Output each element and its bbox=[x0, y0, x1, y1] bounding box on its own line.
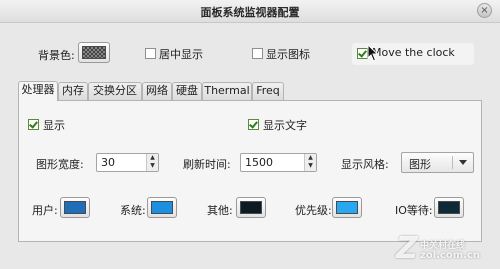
display-style-dropdown[interactable]: 图形 bbox=[401, 152, 474, 173]
refresh-time-stepper-icon[interactable]: ▲ ▼ bbox=[304, 154, 316, 171]
display-style-label: 显示风格: bbox=[341, 158, 389, 171]
background-color-label: 背景色: bbox=[38, 49, 75, 62]
system-color-label: 系统: bbox=[120, 204, 146, 217]
show-icon-label: 显示图标 bbox=[266, 48, 310, 61]
tab-network[interactable]: 网络 bbox=[142, 82, 172, 100]
watermark-logo-icon: Z bbox=[396, 231, 418, 266]
io-wait-color-button[interactable] bbox=[434, 197, 464, 218]
other-color-button[interactable] bbox=[236, 197, 266, 218]
refresh-time-value: 1500 bbox=[245, 156, 273, 169]
priority-color-label: 优先级: bbox=[295, 204, 332, 217]
user-color-swatch bbox=[64, 201, 86, 214]
io-wait-color-label: IO等待: bbox=[395, 204, 433, 217]
title-bar: 面板系统监视器配置 × bbox=[0, 0, 500, 23]
tab-freq[interactable]: Freq bbox=[252, 82, 284, 100]
tab-swap[interactable]: 交换分区 bbox=[88, 82, 142, 100]
io-wait-color-swatch bbox=[438, 201, 460, 214]
user-color-button[interactable] bbox=[60, 197, 90, 218]
watermark-en-text: zol.com.cn bbox=[420, 250, 480, 261]
tab-thermal[interactable]: Thermal bbox=[202, 82, 252, 100]
tab-cpu[interactable]: 处理器 bbox=[18, 81, 58, 101]
graph-width-stepper-icon[interactable]: ▲ ▼ bbox=[146, 154, 158, 171]
other-color-swatch bbox=[240, 201, 262, 214]
background-pattern-swatch bbox=[82, 46, 106, 59]
close-button[interactable]: × bbox=[477, 3, 492, 18]
cpu-panel: 显示 显示文字 图形宽度: 30 ▲ ▼ 刷新时间: 1500 ▲ ▼ 显示风格: … bbox=[18, 100, 482, 242]
show-label: 显示 bbox=[43, 119, 65, 132]
center-checkbox[interactable] bbox=[145, 48, 156, 59]
priority-color-button[interactable] bbox=[332, 197, 362, 218]
chevron-down-icon bbox=[459, 160, 467, 165]
background-color-button[interactable] bbox=[78, 42, 110, 63]
zol-watermark: Z 中关村在线 zol.com.cn bbox=[396, 231, 496, 266]
graph-width-value: 30 bbox=[101, 156, 115, 169]
show-icon-checkbox[interactable] bbox=[252, 48, 263, 59]
refresh-time-label: 刷新时间: bbox=[183, 158, 231, 171]
config-window: 面板系统监视器配置 × 背景色: 居中显示 显示图标 Move the cloc… bbox=[0, 0, 500, 269]
system-color-button[interactable] bbox=[147, 197, 177, 218]
show-checkbox[interactable] bbox=[28, 119, 39, 130]
tab-disk[interactable]: 硬盘 bbox=[172, 82, 202, 100]
center-label: 居中显示 bbox=[159, 48, 203, 61]
window-title: 面板系统监视器配置 bbox=[200, 6, 300, 19]
refresh-time-spinner[interactable]: 1500 ▲ ▼ bbox=[240, 153, 317, 172]
priority-color-swatch bbox=[336, 201, 358, 214]
other-color-label: 其他: bbox=[207, 204, 233, 217]
display-style-value: 图形 bbox=[409, 158, 431, 171]
tab-memory[interactable]: 内存 bbox=[58, 82, 88, 100]
move-clock-label: Move the clock bbox=[372, 46, 455, 59]
graph-width-label: 图形宽度: bbox=[36, 158, 84, 171]
mouse-pointer-icon bbox=[367, 44, 379, 62]
show-text-label: 显示文字 bbox=[263, 119, 307, 132]
dropdown-separator bbox=[452, 156, 453, 169]
user-color-label: 用户: bbox=[32, 204, 58, 217]
show-text-checkbox[interactable] bbox=[248, 119, 259, 130]
system-color-swatch bbox=[151, 201, 173, 214]
graph-width-spinner[interactable]: 30 ▲ ▼ bbox=[96, 153, 159, 172]
